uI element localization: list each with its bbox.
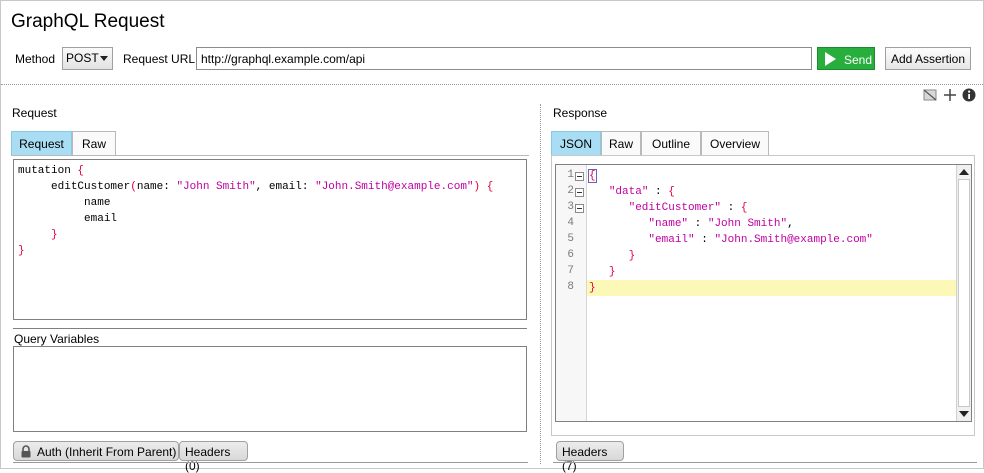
query-variables-divider bbox=[13, 328, 527, 329]
json-line: { bbox=[588, 169, 597, 183]
response-json-viewer[interactable]: 1 2 3 4 5 6 7 8 { "data" : { "editCustom… bbox=[555, 164, 972, 422]
json-line: "email" : "John.Smith@example.com" bbox=[648, 234, 873, 246]
bottom-tab-line bbox=[553, 462, 977, 463]
json-line: "editCustomer" : { bbox=[628, 202, 748, 214]
gutter-line: 2 bbox=[556, 184, 587, 200]
info-icon[interactable] bbox=[962, 88, 976, 102]
tab-raw[interactable]: Raw bbox=[72, 131, 116, 155]
request-url-input[interactable] bbox=[196, 47, 812, 70]
gutter-line: 5 bbox=[567, 233, 574, 245]
send-button-label: Send bbox=[844, 53, 873, 67]
json-line-current: } bbox=[587, 280, 956, 296]
graphql-request-window: GraphQL Request Method POST Request URL:… bbox=[0, 0, 984, 473]
play-icon bbox=[825, 52, 836, 66]
code-line: } bbox=[51, 229, 58, 241]
collapse-icon[interactable] bbox=[575, 172, 584, 181]
header-divider bbox=[1, 84, 984, 85]
vertical-scrollbar[interactable] bbox=[956, 165, 971, 421]
auth-tab[interactable]: Auth (Inherit From Parent) bbox=[13, 441, 179, 461]
panel-toolbar bbox=[921, 87, 981, 103]
method-label: Method bbox=[15, 52, 56, 66]
tab-raw-response[interactable]: Raw bbox=[601, 131, 641, 155]
gutter-line: 4 bbox=[567, 217, 574, 229]
request-url-label: Request URL: bbox=[123, 52, 199, 66]
gutter-line: 7 bbox=[567, 265, 574, 277]
gutter-line: 1 bbox=[556, 168, 587, 184]
code-line: email bbox=[84, 213, 118, 225]
auth-tab-label: Auth (Inherit From Parent) bbox=[37, 445, 177, 459]
page-title: GraphQL Request bbox=[11, 11, 165, 32]
lock-icon bbox=[21, 445, 31, 458]
scroll-down-arrow-icon[interactable] bbox=[959, 411, 969, 417]
json-line: "data" : { bbox=[608, 186, 675, 198]
line-number-gutter: 1 2 3 4 5 6 7 8 bbox=[556, 165, 587, 421]
add-icon[interactable] bbox=[944, 89, 956, 101]
gutter-line: 6 bbox=[567, 249, 574, 261]
code-line: mutation { bbox=[18, 165, 85, 177]
request-query-editor[interactable]: mutation { editCustomer(name: "John Smit… bbox=[13, 159, 527, 320]
json-line: } bbox=[608, 266, 616, 278]
gutter-line: 3 bbox=[556, 200, 587, 216]
code-line: } bbox=[18, 245, 25, 257]
json-code-area: { "data" : { "editCustomer" : { "name" :… bbox=[587, 165, 956, 421]
bottom-tab-line bbox=[13, 462, 528, 463]
method-select[interactable]: POST bbox=[62, 47, 113, 70]
tab-overview[interactable]: Overview bbox=[701, 131, 769, 155]
tab-strip-line bbox=[11, 155, 529, 156]
json-line: } bbox=[628, 250, 636, 262]
layout-toggle-icon[interactable] bbox=[923, 89, 937, 101]
send-button[interactable]: Send bbox=[817, 47, 875, 70]
chevron-down-icon bbox=[100, 56, 108, 61]
tab-json[interactable]: JSON bbox=[551, 131, 601, 155]
request-section-title: Request bbox=[12, 106, 57, 120]
query-variables-editor[interactable] bbox=[13, 346, 527, 432]
collapse-icon[interactable] bbox=[575, 188, 584, 197]
code-line: name bbox=[84, 197, 111, 209]
tab-request[interactable]: Request bbox=[11, 131, 72, 155]
pane-splitter[interactable] bbox=[540, 104, 541, 464]
query-variables-label: Query Variables bbox=[14, 332, 100, 346]
add-assertion-button[interactable]: Add Assertion bbox=[885, 47, 971, 70]
response-section-title: Response bbox=[553, 106, 608, 120]
tab-outline[interactable]: Outline bbox=[641, 131, 701, 155]
collapse-icon[interactable] bbox=[575, 204, 584, 213]
code-line: editCustomer(name: "John Smith", email: … bbox=[51, 181, 494, 193]
gutter-line: 8 bbox=[567, 281, 574, 293]
response-headers-tab[interactable]: Headers (7) bbox=[556, 441, 624, 473]
request-headers-tab[interactable]: Headers (0) bbox=[179, 441, 248, 473]
scroll-up-arrow-icon[interactable] bbox=[959, 169, 969, 175]
scroll-thumb[interactable] bbox=[958, 179, 970, 407]
json-line: "name" : "John Smith", bbox=[648, 218, 794, 230]
method-value: POST bbox=[66, 51, 99, 65]
